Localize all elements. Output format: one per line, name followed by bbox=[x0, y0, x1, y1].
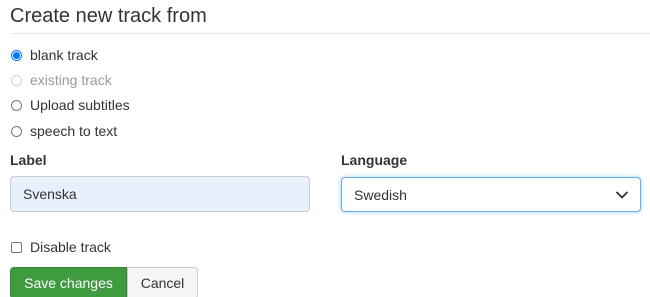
radio-option-blank-track[interactable]: blank track bbox=[11, 46, 98, 64]
language-select[interactable]: Swedish bbox=[341, 177, 641, 212]
dialog-title: Create new track from bbox=[10, 5, 207, 27]
radio-label-upload-subtitles[interactable]: Upload subtitles bbox=[30, 97, 130, 113]
label-input[interactable] bbox=[10, 176, 310, 212]
disable-track-checkbox[interactable] bbox=[11, 241, 22, 253]
radio-option-upload-subtitles[interactable]: Upload subtitles bbox=[11, 96, 130, 114]
radio-button-upload-subtitles[interactable] bbox=[11, 99, 22, 111]
radio-button-speech-to-text[interactable] bbox=[11, 125, 22, 137]
disable-track-label[interactable]: Disable track bbox=[30, 239, 111, 255]
title-divider bbox=[10, 33, 650, 34]
language-select-value: Swedish bbox=[354, 186, 407, 203]
radio-label-speech-to-text[interactable]: speech to text bbox=[30, 123, 117, 139]
radio-option-existing-track: existing track bbox=[11, 71, 112, 89]
disable-track-option[interactable]: Disable track bbox=[11, 238, 111, 256]
radio-label-existing-track: existing track bbox=[30, 72, 112, 88]
radio-option-speech-to-text[interactable]: speech to text bbox=[11, 122, 117, 140]
chevron-down-icon bbox=[616, 189, 628, 201]
cancel-button[interactable]: Cancel bbox=[127, 267, 198, 297]
save-changes-button[interactable]: Save changes bbox=[10, 267, 127, 297]
radio-label-blank-track[interactable]: blank track bbox=[30, 47, 98, 63]
radio-button-blank-track[interactable] bbox=[11, 49, 22, 61]
radio-button-existing-track bbox=[11, 74, 22, 86]
language-field-title: Language bbox=[341, 152, 408, 168]
label-field-title: Label bbox=[10, 152, 47, 168]
